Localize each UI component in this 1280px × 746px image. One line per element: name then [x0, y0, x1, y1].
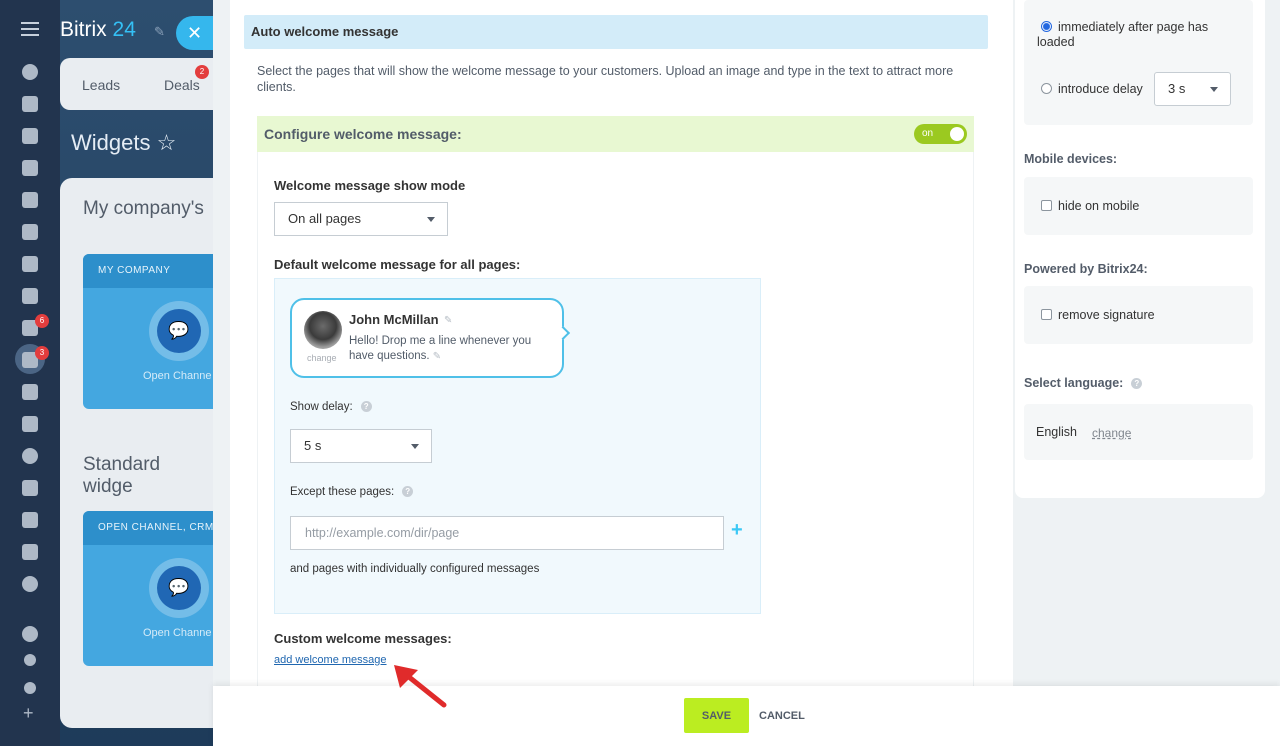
- edit-message-pencil-icon[interactable]: ✎: [433, 351, 441, 362]
- tasks-badge: 6: [35, 314, 49, 328]
- sites-icon[interactable]: [22, 480, 38, 496]
- structure-icon[interactable]: [24, 654, 36, 666]
- more-icon[interactable]: [22, 576, 38, 592]
- hide-mobile-checkbox[interactable]: [1041, 200, 1052, 211]
- help-icon[interactable]: ?: [360, 401, 372, 412]
- chevron-down-icon: [1210, 87, 1218, 92]
- language-box: English change: [1024, 404, 1253, 460]
- widget-card-title: OPEN CHANNEL, CRM: [83, 511, 213, 545]
- open-channel-icon: 💬: [157, 566, 201, 610]
- crm-badge: 3: [35, 346, 49, 360]
- activity-stream-icon[interactable]: [22, 64, 38, 80]
- language-value: English: [1036, 425, 1077, 439]
- show-mode-select[interactable]: On all pages: [274, 202, 448, 236]
- mail-icon[interactable]: [22, 256, 38, 272]
- radio-immediate-label[interactable]: immediately after page has loaded: [1037, 20, 1227, 50]
- deals-count-badge: 2: [195, 65, 209, 79]
- save-button[interactable]: SAVE: [684, 698, 749, 733]
- right-options-card: immediately after page has loaded introd…: [1015, 0, 1265, 498]
- contacts-icon[interactable]: [22, 288, 38, 304]
- chevron-down-icon: [427, 217, 435, 222]
- document-icon[interactable]: [22, 192, 38, 208]
- show-delay-label: Show delay:?: [290, 401, 372, 413]
- add-menu-item-icon[interactable]: +: [23, 704, 34, 722]
- help-icon[interactable]: ?: [1131, 378, 1143, 389]
- welcome-toggle[interactable]: on: [914, 124, 967, 144]
- red-arrow-annotation: [394, 665, 447, 708]
- individual-messages-note: and pages with individually configured m…: [290, 563, 540, 575]
- chevron-down-icon: [411, 444, 419, 449]
- intro-text: Select the pages that will show the welc…: [257, 64, 954, 94]
- default-message-panel: change John McMillan ✎ Hello! Drop me a …: [274, 278, 761, 614]
- widget-card[interactable]: OPEN CHANNEL, CRM 💬 Open Channe: [83, 511, 213, 666]
- show-mode-label: Welcome message show mode: [274, 178, 466, 193]
- edit-name-pencil-icon[interactable]: ✎: [444, 315, 452, 326]
- target-icon[interactable]: [22, 448, 38, 464]
- settings-slider: Auto welcome message Select the pages th…: [213, 0, 1280, 746]
- display-timing-box: immediately after page has loaded introd…: [1024, 0, 1253, 125]
- widgets-panel: My company's MY COMPANY 💬 Open Channe St…: [60, 178, 213, 728]
- remove-signature-checkbox[interactable]: [1041, 309, 1052, 320]
- avatar-change-link[interactable]: change: [307, 353, 337, 363]
- mobile-devices-label: Mobile devices:: [1024, 152, 1118, 166]
- add-welcome-message-link[interactable]: add welcome message: [274, 654, 387, 666]
- add-page-plus-icon[interactable]: +: [731, 520, 743, 540]
- widget-card-label: Open Channe: [143, 627, 212, 639]
- company-icon[interactable]: [22, 384, 38, 400]
- welcome-message-preview: change John McMillan ✎ Hello! Drop me a …: [290, 298, 571, 378]
- tab-deals[interactable]: Deals: [164, 77, 200, 93]
- except-pages-label: Except these pages:?: [290, 486, 414, 498]
- menu-icon[interactable]: [21, 22, 39, 36]
- main-settings-card: Auto welcome message Select the pages th…: [230, 0, 1013, 686]
- operator-name: John McMillan: [349, 312, 439, 327]
- chat-icon[interactable]: [22, 128, 38, 144]
- tab-leads[interactable]: Leads: [82, 77, 120, 93]
- left-navigation: 6 3 +: [0, 0, 60, 746]
- default-message-label: Default welcome message for all pages:: [274, 257, 521, 272]
- calendar-icon[interactable]: [22, 160, 38, 176]
- configure-title: Configure welcome message:: [264, 126, 462, 142]
- widget-card-title: MY COMPANY: [83, 254, 213, 288]
- avatar[interactable]: [304, 311, 342, 349]
- hide-mobile-label[interactable]: hide on mobile: [1058, 199, 1139, 214]
- custom-messages-label: Custom welcome messages:: [274, 631, 452, 646]
- radio-delay[interactable]: [1041, 83, 1052, 94]
- drive-icon[interactable]: [22, 224, 38, 240]
- section-title: Auto welcome message: [244, 15, 988, 49]
- widget-card-label: Open Channe: [143, 370, 212, 382]
- radio-delay-label[interactable]: introduce delay: [1058, 82, 1143, 97]
- close-icon: ✕: [187, 23, 203, 43]
- edit-pencil-icon[interactable]: ✎: [154, 24, 165, 40]
- signature-box: remove signature: [1024, 286, 1253, 344]
- section-title: Standard widge: [83, 454, 161, 497]
- top-tabs: Leads Deals 2: [60, 58, 213, 110]
- help-icon[interactable]: ?: [402, 486, 414, 497]
- delay-select[interactable]: 3 s: [1154, 72, 1231, 106]
- welcome-message-text: Hello! Drop me a line whenever you have …: [349, 335, 532, 362]
- configure-welcome-body: Welcome message show mode On all pages D…: [257, 152, 974, 686]
- footer-bar: SAVE CANCEL: [213, 686, 1280, 746]
- cancel-button[interactable]: CANCEL: [759, 698, 805, 733]
- open-channel-icon: 💬: [157, 309, 201, 353]
- brand-logo: Bitrix 24: [60, 18, 136, 41]
- change-language-link[interactable]: change: [1092, 426, 1131, 440]
- help-icon[interactable]: [22, 626, 38, 642]
- feed-icon[interactable]: [22, 96, 38, 112]
- box-icon[interactable]: [22, 544, 38, 560]
- remove-signature-label[interactable]: remove signature: [1058, 308, 1155, 323]
- section-title: My company's: [83, 198, 204, 219]
- mobile-box: hide on mobile: [1024, 177, 1253, 235]
- page-title: Widgets ☆: [71, 130, 177, 155]
- except-page-url-input[interactable]: [290, 516, 724, 550]
- robot-icon[interactable]: [22, 512, 38, 528]
- widget-card[interactable]: MY COMPANY 💬 Open Channe: [83, 254, 213, 409]
- cart-icon[interactable]: [22, 416, 38, 432]
- powered-by-label: Powered by Bitrix24:: [1024, 262, 1148, 276]
- configure-welcome-bar: Configure welcome message: on: [257, 116, 974, 152]
- show-delay-select[interactable]: 5 s: [290, 429, 432, 463]
- settings-gear-icon[interactable]: [24, 682, 36, 694]
- select-language-label: Select language:?: [1024, 376, 1143, 390]
